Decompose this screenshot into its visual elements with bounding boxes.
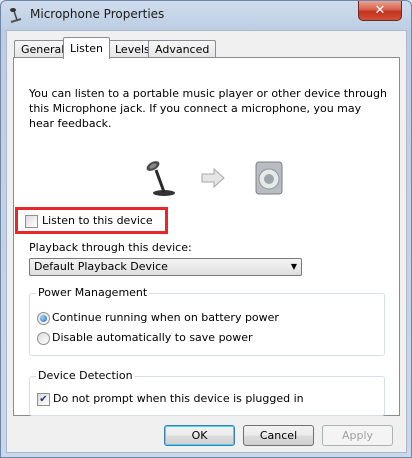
listen-tab-page: You can listen to a portable music playe… (13, 57, 400, 416)
title-bar[interactable]: Microphone Properties ✕ (1, 1, 411, 29)
close-icon: ✕ (374, 3, 386, 18)
do-not-prompt-checkbox[interactable]: ✔ (37, 393, 50, 406)
device-detection-group: Device Detection ✔ Do not prompt when th… (29, 369, 385, 416)
disable-automatically-label[interactable]: Disable automatically to save power (52, 331, 253, 344)
continue-running-radio[interactable] (37, 312, 50, 325)
arrow-right-icon (201, 167, 225, 189)
radio-selected-dot (40, 315, 47, 322)
apply-button[interactable]: Apply (322, 425, 393, 446)
continue-running-label[interactable]: Continue running when on battery power (52, 311, 279, 324)
window-title: Microphone Properties (30, 7, 165, 21)
checkmark-icon: ✔ (39, 394, 48, 405)
device-flow-illustration (146, 161, 283, 196)
device-detection-title: Device Detection (36, 369, 135, 382)
disable-automatically-radio[interactable] (37, 332, 50, 345)
dialog-window: Microphone Properties ✕ General Listen L… (0, 0, 412, 458)
power-management-title: Power Management (36, 286, 150, 299)
speaker-device-icon (255, 161, 283, 195)
dropdown-arrow-icon: ▼ (290, 262, 297, 271)
close-button[interactable]: ✕ (358, 1, 402, 21)
listen-description: You can listen to a portable music playe… (29, 87, 387, 130)
microphone-device-icon (146, 161, 175, 196)
ok-button[interactable]: OK (164, 425, 235, 446)
microphone-icon (10, 8, 22, 23)
cancel-button[interactable]: Cancel (243, 425, 314, 446)
playback-device-select[interactable]: Default Playback Device ▼ (29, 258, 302, 276)
playback-select-value: Default Playback Device (34, 260, 168, 273)
power-management-group: Power Management Continue running when o… (29, 286, 385, 356)
dialog-client-area: General Listen Levels Advanced You can l… (6, 30, 407, 453)
tab-advanced[interactable]: Advanced (148, 40, 217, 58)
do-not-prompt-label[interactable]: Do not prompt when this device is plugge… (53, 392, 304, 405)
playback-label: Playback through this device: (29, 241, 192, 254)
highlight-box (15, 207, 168, 234)
tab-listen[interactable]: Listen (63, 37, 110, 59)
